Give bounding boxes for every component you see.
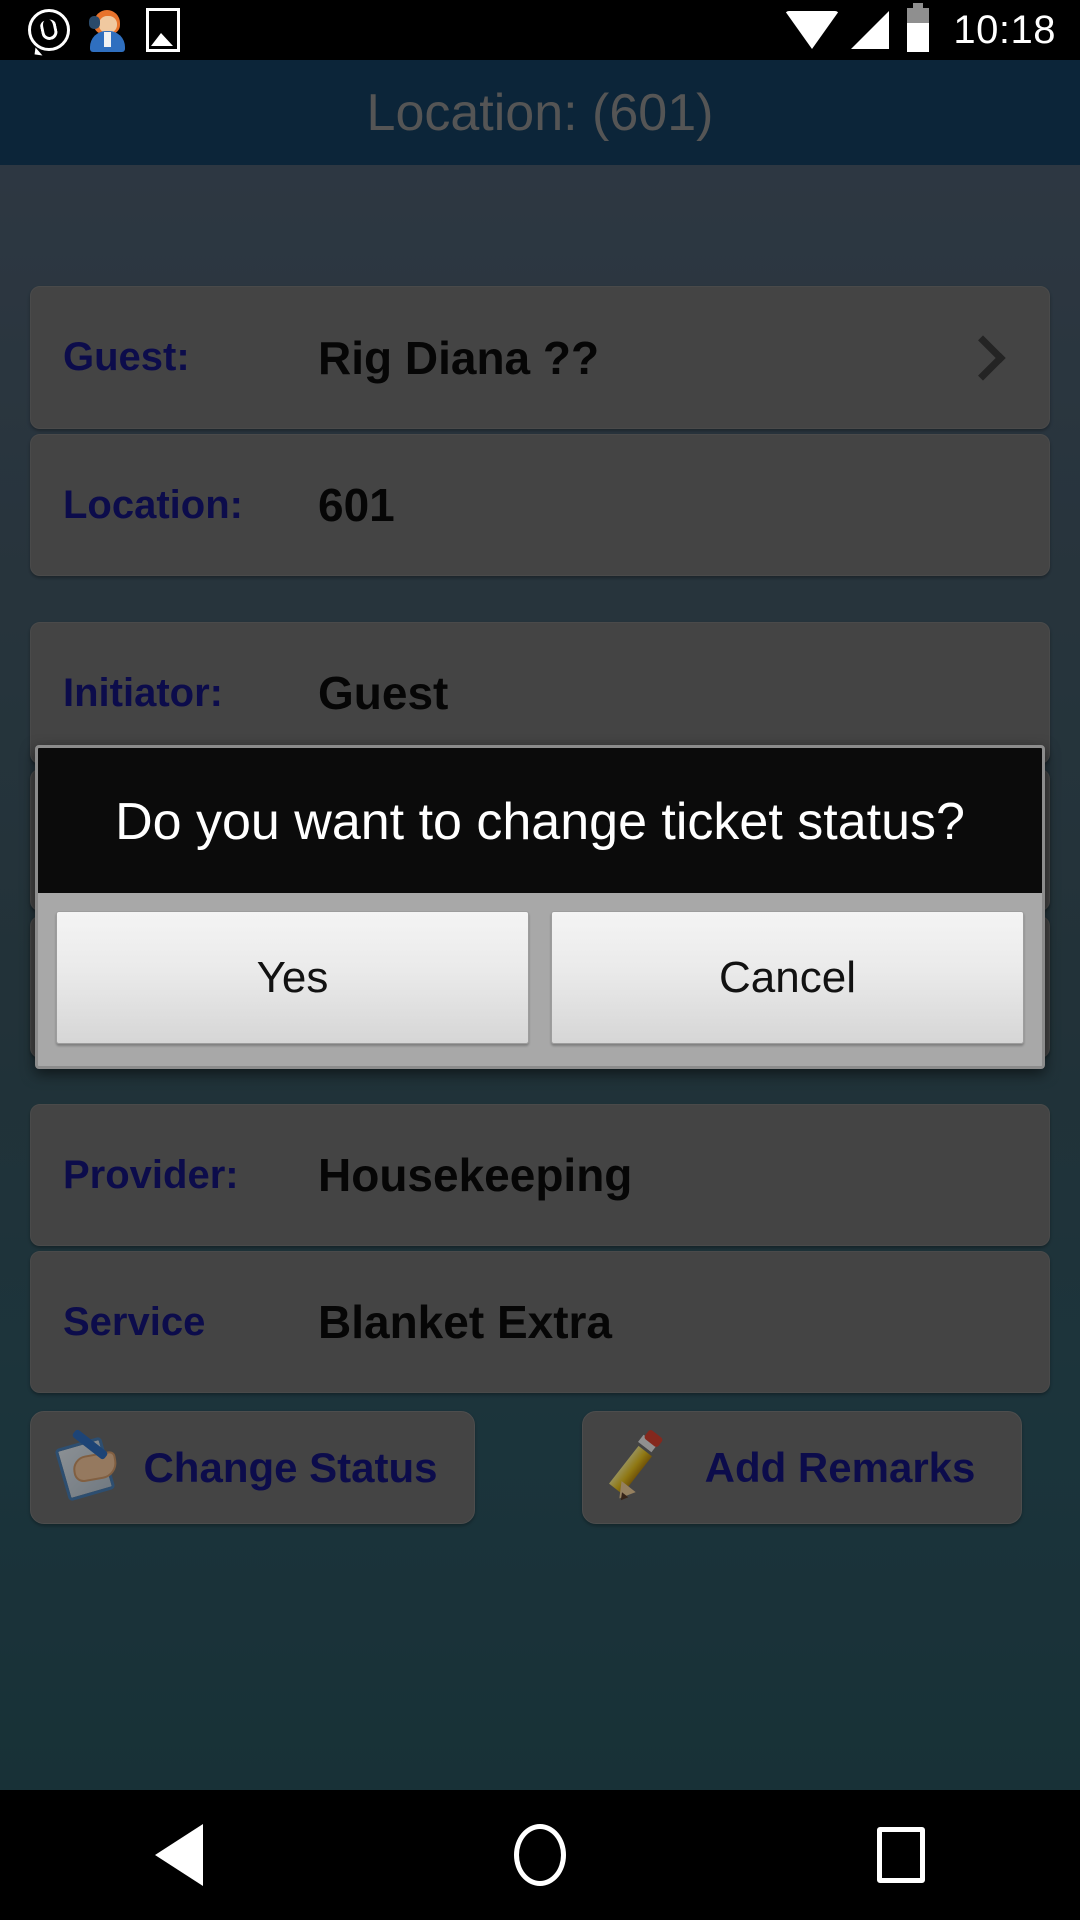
support-agent-icon [88, 8, 128, 52]
dialog-yes-button[interactable]: Yes [56, 911, 529, 1045]
wifi-icon [785, 11, 840, 49]
cellular-signal-icon [851, 11, 890, 49]
phone-screen: 10:18 Location: (601) Guest: Rig Diana ?… [0, 0, 1080, 1920]
battery-icon [907, 3, 930, 52]
status-bar-clock: 10:18 [953, 7, 1056, 52]
home-icon[interactable] [513, 1824, 566, 1886]
status-bar-right-icons: 10:18 [785, 3, 1056, 53]
dialog-button-row: Yes Cancel [38, 893, 1042, 1067]
photo-icon [146, 8, 180, 52]
confirm-dialog: Do you want to change ticket status? Yes… [35, 745, 1045, 1070]
recents-icon[interactable] [876, 1827, 925, 1883]
back-icon[interactable] [155, 1824, 204, 1886]
android-navigation-bar [0, 1790, 1080, 1920]
status-bar: 10:18 [0, 0, 1080, 60]
whatsapp-icon [28, 9, 70, 51]
status-bar-left-icons [28, 8, 180, 52]
dialog-message: Do you want to change ticket status? [38, 748, 1042, 894]
dialog-cancel-button[interactable]: Cancel [551, 911, 1024, 1045]
